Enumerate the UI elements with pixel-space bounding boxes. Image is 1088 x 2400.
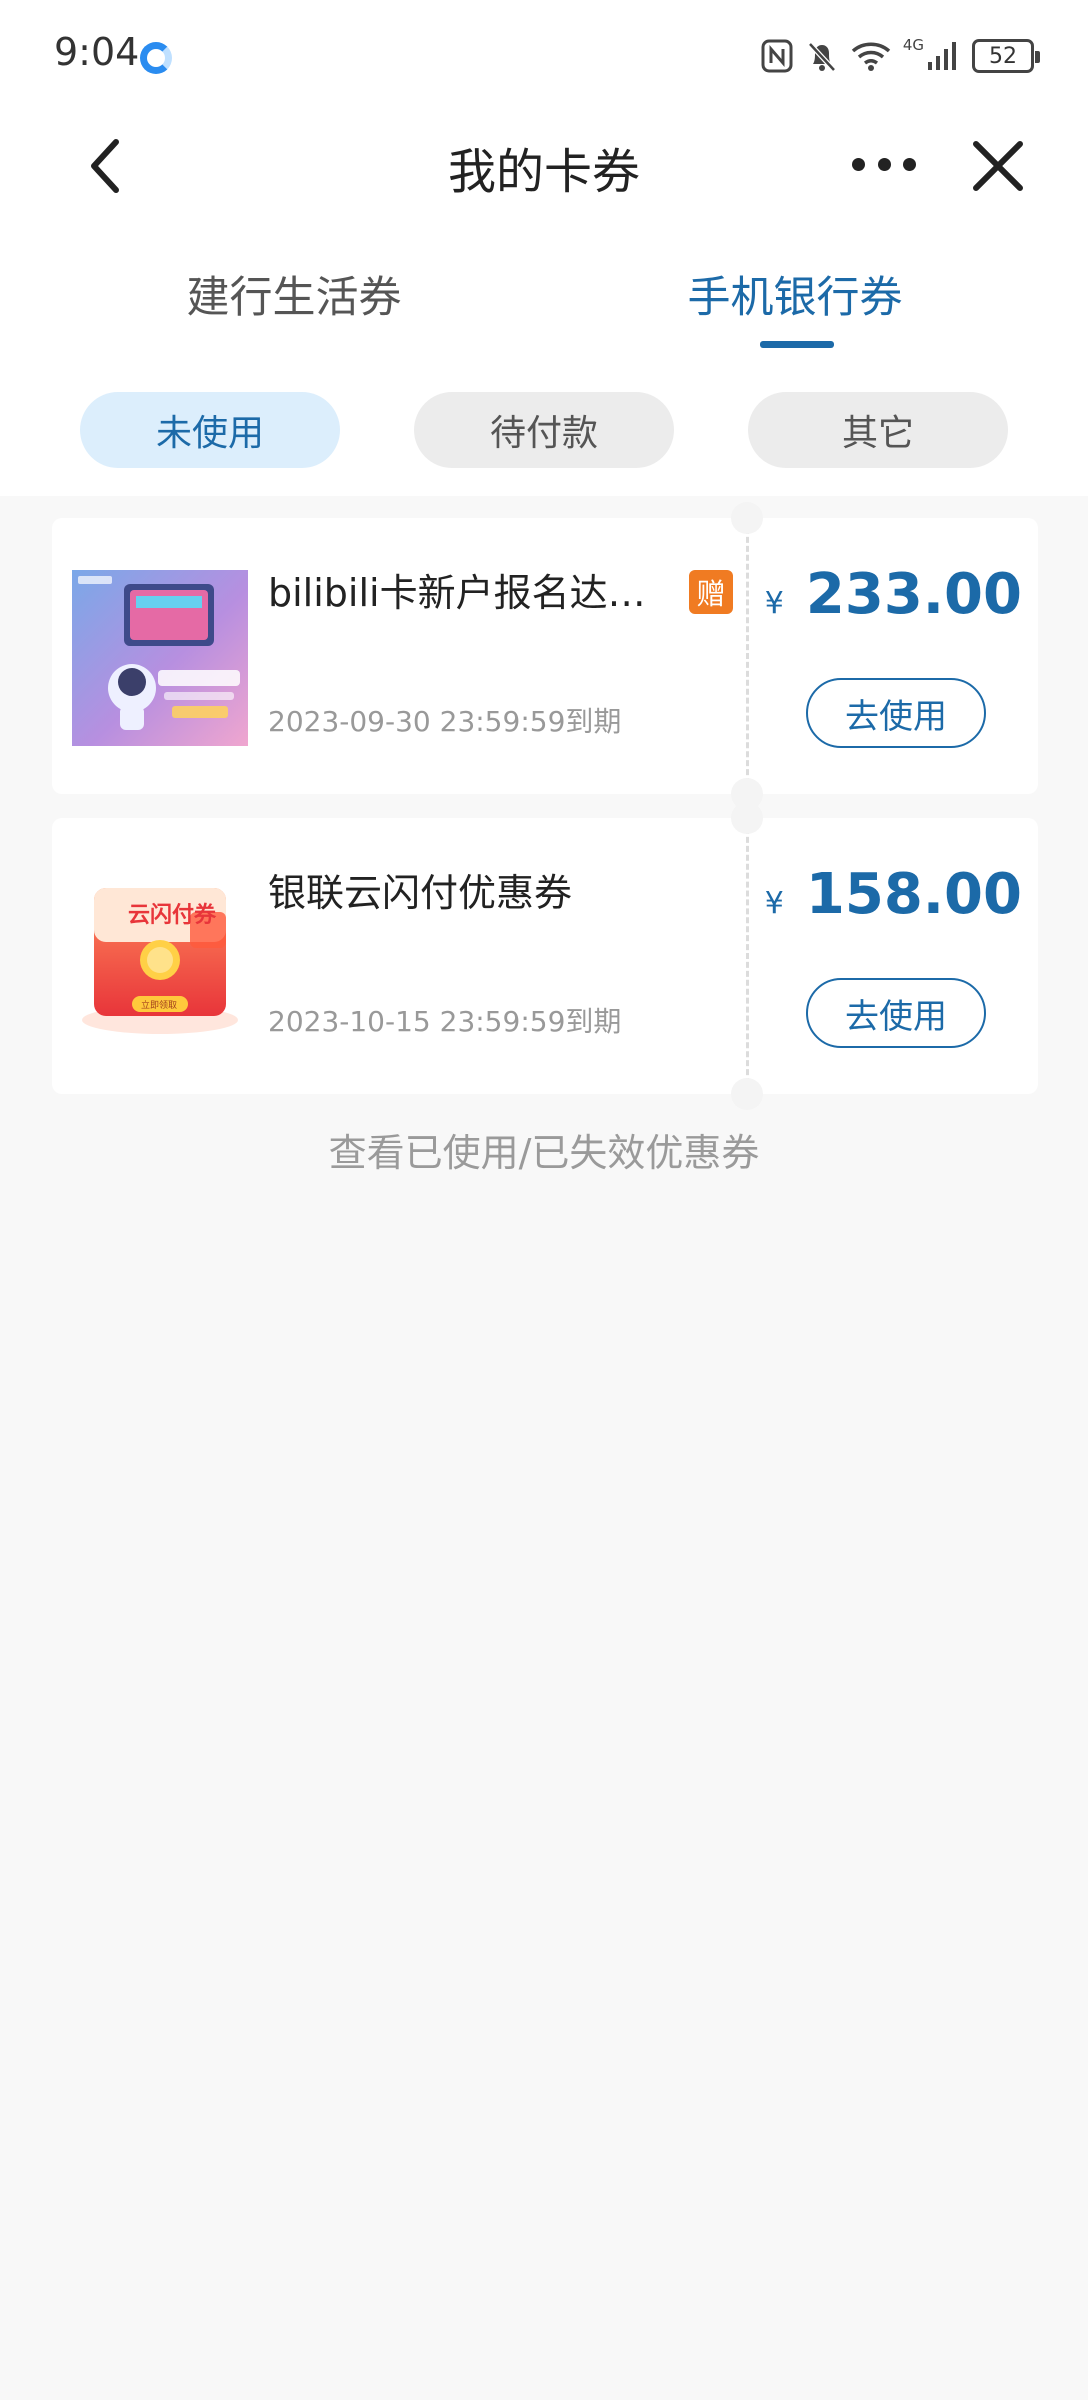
coupon-amount: ¥ 233.00	[765, 562, 1022, 627]
filter-pending-payment[interactable]: 待付款	[414, 392, 674, 468]
coupon-divider	[746, 528, 749, 784]
more-icon[interactable]	[852, 158, 916, 174]
battery-icon: 52	[972, 39, 1040, 73]
amount-value: 233.00	[805, 562, 1022, 627]
coupon-card[interactable]: 云闪付券 立即领取 银联云闪付优惠券 2023-10-15 23:59:59到期…	[52, 802, 1038, 1110]
battery-level: 52	[989, 43, 1017, 69]
bilibili-coupon-image	[72, 570, 248, 746]
unionpay-image-text: 云闪付券	[128, 902, 217, 928]
page-title: 我的卡券	[447, 144, 640, 200]
unionpay-image-button: 立即领取	[141, 999, 177, 1011]
use-coupon-button[interactable]: 去使用	[806, 978, 986, 1048]
unionpay-coupon-image: 云闪付券 立即领取	[82, 888, 238, 1034]
tab-mobile-banking[interactable]: 手机银行券	[625, 263, 965, 325]
view-used-expired-link[interactable]: 查看已使用/已失效优惠券	[0, 1122, 1088, 1177]
coupon-card[interactable]: bilibili卡新户报名达标礼 赠 2023-09-30 23:59:59到期…	[52, 502, 1038, 810]
signal-icon	[928, 42, 956, 70]
wifi-icon	[851, 42, 890, 71]
filter-unused[interactable]: 未使用	[80, 392, 340, 468]
cloud-icon	[140, 42, 172, 74]
coupon-name: 银联云闪付优惠券	[268, 871, 573, 915]
active-tab-indicator	[760, 341, 834, 348]
coupon-expiry: 2023-09-30 23:59:59到期	[268, 705, 622, 738]
currency-symbol: ¥	[764, 586, 784, 621]
coupon-expiry: 2023-10-15 23:59:59到期	[268, 1005, 622, 1038]
gift-badge: 赠	[689, 570, 733, 614]
coupon-name: bilibili卡新户报名达标礼	[268, 571, 668, 615]
nfc-icon	[761, 39, 793, 73]
status-bar: 9:04 4G 52	[0, 0, 1088, 110]
network-type: 4G	[902, 36, 924, 54]
use-coupon-button[interactable]: 去使用	[806, 678, 986, 748]
bell-mute-icon	[807, 42, 836, 72]
currency-symbol: ¥	[764, 886, 784, 921]
coupon-tabs: 建行生活券 手机银行券	[0, 255, 1088, 355]
coupon-amount: ¥ 158.00	[765, 862, 1022, 927]
filter-other[interactable]: 其它	[748, 392, 1008, 468]
tab-ccb-life[interactable]: 建行生活券	[124, 263, 464, 325]
amount-value: 158.00	[805, 862, 1022, 927]
status-icons: 4G 52	[761, 36, 1040, 76]
coupon-divider	[746, 828, 749, 1084]
nav-bar: 我的卡券	[0, 110, 1088, 220]
status-time: 9:04	[54, 30, 140, 74]
status-filters: 未使用 待付款 其它	[0, 392, 1088, 470]
close-icon[interactable]	[970, 138, 1026, 194]
